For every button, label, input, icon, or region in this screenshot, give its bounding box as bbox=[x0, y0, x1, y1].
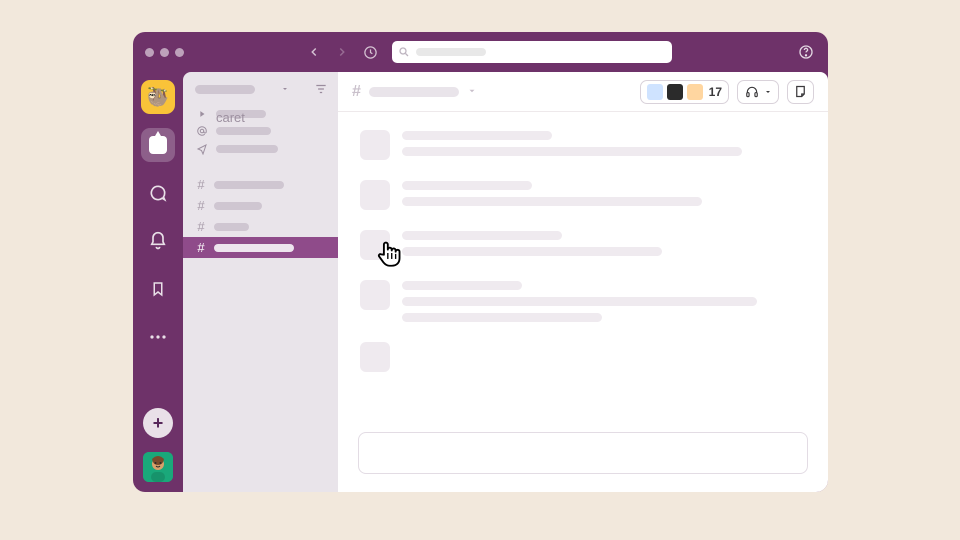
sidebar-item-label bbox=[216, 127, 271, 135]
filter-icon[interactable] bbox=[314, 82, 328, 96]
message-avatar bbox=[360, 230, 390, 260]
bell-icon bbox=[148, 231, 168, 251]
channel-name bbox=[214, 244, 294, 252]
message[interactable] bbox=[360, 130, 806, 160]
channel-sidebar: caret # # # bbox=[183, 72, 338, 492]
help-button[interactable] bbox=[796, 42, 816, 62]
member-avatar-icon bbox=[647, 84, 663, 100]
sidebar-item-label: caret bbox=[216, 110, 266, 118]
channel-item[interactable]: # bbox=[183, 174, 338, 195]
chevron-down-icon[interactable] bbox=[467, 84, 477, 99]
home-icon bbox=[149, 136, 167, 154]
app-window: 🦥 + bbox=[133, 32, 828, 492]
channel-name bbox=[214, 202, 262, 210]
create-button[interactable]: + bbox=[143, 408, 173, 438]
channel-item[interactable]: # bbox=[183, 195, 338, 216]
member-avatar-icon bbox=[667, 84, 683, 100]
message[interactable] bbox=[360, 342, 806, 372]
workspace-name bbox=[195, 85, 255, 94]
rail-more[interactable] bbox=[141, 320, 175, 354]
bookmark-icon bbox=[149, 279, 167, 299]
message-list[interactable] bbox=[338, 112, 828, 426]
back-button[interactable] bbox=[304, 42, 324, 62]
sidebar-item-mentions[interactable] bbox=[183, 122, 338, 140]
huddle-button[interactable] bbox=[737, 80, 779, 104]
workspace-switcher[interactable]: 🦥 bbox=[141, 80, 175, 114]
channel-title[interactable] bbox=[369, 87, 459, 97]
chat-icon bbox=[148, 183, 168, 203]
titlebar bbox=[133, 32, 828, 72]
zoom-dot-icon[interactable] bbox=[175, 48, 184, 57]
members-button[interactable]: 17 bbox=[640, 80, 729, 104]
hash-icon: # bbox=[195, 177, 207, 192]
rail-home[interactable] bbox=[141, 128, 175, 162]
mention-icon bbox=[195, 125, 209, 137]
hash-icon: # bbox=[195, 198, 207, 213]
channel-name bbox=[214, 181, 284, 189]
history-button[interactable] bbox=[360, 42, 380, 62]
main-pane: # 17 bbox=[338, 72, 828, 492]
sidebar-item-threads[interactable]: caret bbox=[183, 106, 338, 122]
minimize-dot-icon[interactable] bbox=[160, 48, 169, 57]
plus-icon: + bbox=[153, 413, 164, 434]
member-count: 17 bbox=[709, 85, 722, 99]
headphones-icon bbox=[744, 85, 760, 99]
window-controls[interactable] bbox=[145, 48, 184, 57]
rail-bookmarks[interactable] bbox=[141, 272, 175, 306]
close-dot-icon[interactable] bbox=[145, 48, 154, 57]
sidebar-item-drafts[interactable] bbox=[183, 140, 338, 158]
hash-icon: # bbox=[195, 219, 207, 234]
search-input[interactable] bbox=[392, 41, 672, 63]
user-avatar[interactable] bbox=[143, 452, 173, 482]
message[interactable] bbox=[360, 230, 806, 260]
avatar-icon bbox=[143, 452, 173, 482]
more-icon bbox=[149, 334, 167, 340]
message-composer[interactable] bbox=[358, 432, 808, 474]
note-icon bbox=[793, 84, 808, 99]
channel-item[interactable]: # bbox=[183, 216, 338, 237]
forward-button[interactable] bbox=[332, 42, 352, 62]
message-avatar bbox=[360, 180, 390, 210]
caret-icon bbox=[195, 109, 209, 119]
chevron-down-icon bbox=[281, 85, 289, 93]
hash-icon: # bbox=[352, 83, 361, 101]
rail-activity[interactable] bbox=[141, 224, 175, 258]
send-icon bbox=[195, 143, 209, 155]
nav-rail: 🦥 + bbox=[133, 72, 183, 492]
canvas-button[interactable] bbox=[787, 80, 814, 104]
chevron-down-icon bbox=[764, 88, 772, 96]
message-avatar bbox=[360, 342, 390, 372]
workspace-icon: 🦥 bbox=[147, 87, 169, 108]
message-avatar bbox=[360, 130, 390, 160]
message-avatar bbox=[360, 280, 390, 310]
rail-dms[interactable] bbox=[141, 176, 175, 210]
search-placeholder bbox=[416, 48, 486, 56]
channel-name bbox=[214, 223, 249, 231]
message[interactable] bbox=[360, 180, 806, 210]
message[interactable] bbox=[360, 280, 806, 322]
member-avatar-icon bbox=[687, 84, 703, 100]
hash-icon: # bbox=[195, 240, 207, 255]
channel-item-selected[interactable]: # bbox=[183, 237, 338, 258]
channel-header: # 17 bbox=[338, 72, 828, 112]
workspace-menu[interactable] bbox=[183, 78, 338, 106]
sidebar-item-label bbox=[216, 145, 278, 153]
